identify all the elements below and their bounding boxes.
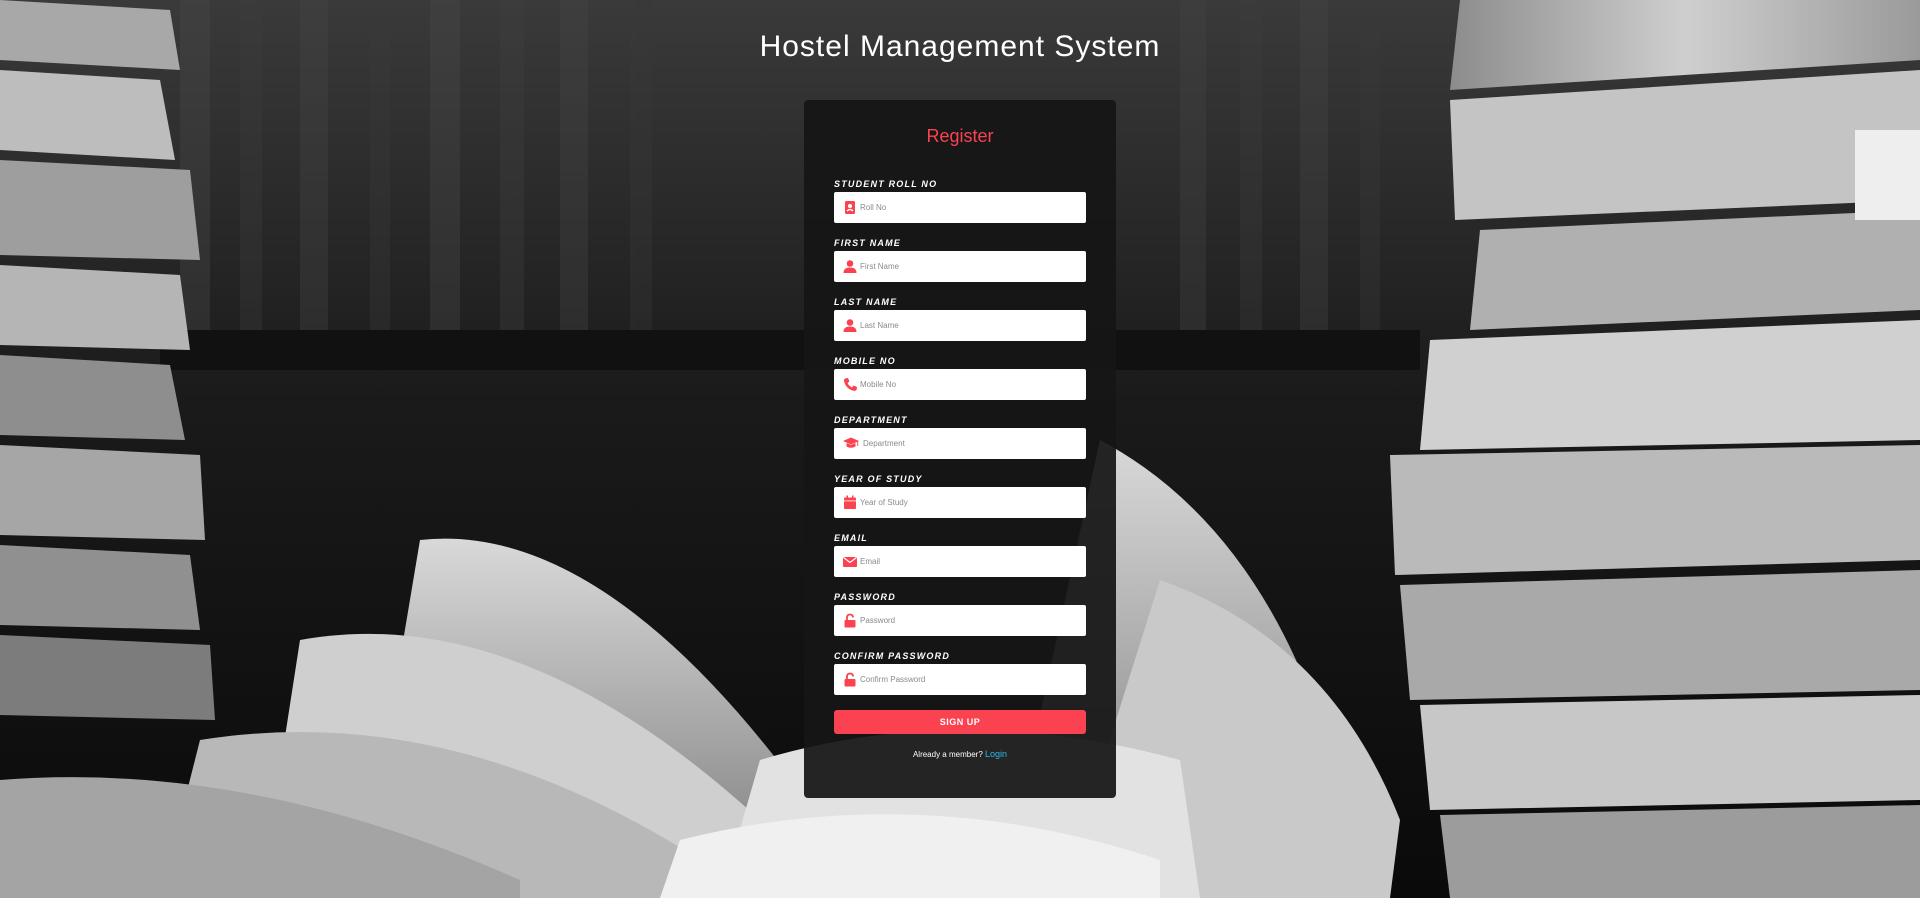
password-input[interactable] [860,605,1080,636]
department-label: DEPARTMENT [834,415,908,425]
department-input[interactable] [863,428,1083,459]
mobile-no-field: MOBILE NO [834,355,1116,400]
confirm-password-field: CONFIRM PASSWORD [834,650,1116,695]
calendar-icon [844,495,856,509]
sign-up-button[interactable]: SIGN UP [834,710,1086,734]
last-name-field: LAST NAME [834,296,1116,341]
id-card-icon [845,201,855,214]
email-label: EMAIL [834,533,868,543]
first-name-input[interactable] [860,251,1080,282]
mobile-no-input[interactable] [860,369,1080,400]
unlock-icon [844,672,856,687]
roll-no-label: STUDENT ROLL NO [834,179,938,189]
confirm-password-input-wrap [834,664,1086,695]
roll-no-input[interactable] [860,192,1080,223]
first-name-label: FIRST NAME [834,238,901,248]
mobile-no-input-wrap [834,369,1086,400]
password-input-wrap [834,605,1086,636]
first-name-field: FIRST NAME [834,237,1116,282]
user-icon [843,319,857,332]
email-field: EMAIL [834,532,1116,577]
year-of-study-input-wrap [834,487,1086,518]
year-of-study-input[interactable] [860,487,1080,518]
unlock-icon [844,613,856,628]
confirm-password-label: CONFIRM PASSWORD [834,651,951,661]
login-link[interactable]: Login [985,749,1007,759]
already-member-text: Already a member? [912,750,983,759]
roll-no-field: STUDENT ROLL NO [834,178,1116,223]
already-member-line: Already a member? Login [804,749,1116,759]
envelope-icon [843,557,857,567]
department-field: DEPARTMENT [834,414,1116,459]
year-of-study-label: YEAR OF STUDY [834,474,923,484]
password-label: PASSWORD [834,592,896,602]
mobile-no-label: MOBILE NO [834,356,896,366]
confirm-password-input[interactable] [860,664,1080,695]
roll-no-input-wrap [834,192,1086,223]
phone-icon [843,378,857,391]
register-card: Register STUDENT ROLL NO FIRST NAME LAST… [804,100,1116,798]
graduation-cap-icon [843,437,859,448]
email-input[interactable] [860,546,1080,577]
page-title: Hostel Management System [759,30,1161,63]
department-input-wrap [834,428,1086,459]
first-name-input-wrap [834,251,1086,282]
year-of-study-field: YEAR OF STUDY [834,473,1116,518]
password-field: PASSWORD [834,591,1116,636]
email-input-wrap [834,546,1086,577]
last-name-label: LAST NAME [834,297,898,307]
user-icon [843,260,857,273]
register-heading: Register [926,126,994,146]
last-name-input[interactable] [860,310,1080,341]
last-name-input-wrap [834,310,1086,341]
